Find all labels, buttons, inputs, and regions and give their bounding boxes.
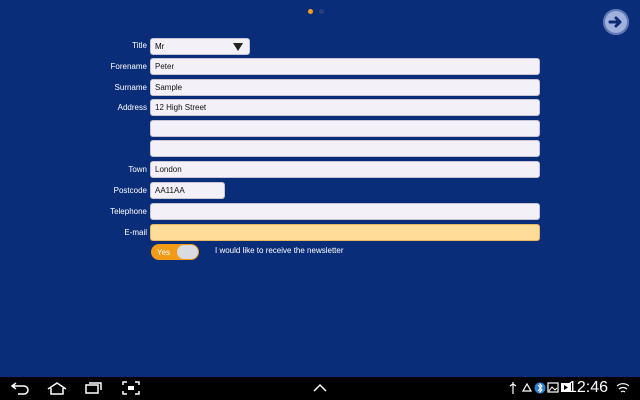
- recycle-icon: [521, 382, 533, 392]
- screenshot-icon[interactable]: [122, 381, 140, 395]
- toggle-knob: [177, 245, 198, 259]
- telephone-field[interactable]: [150, 203, 540, 220]
- recent-apps-icon[interactable]: [84, 381, 104, 395]
- next-page-button[interactable]: [603, 9, 629, 35]
- email-field[interactable]: [150, 224, 540, 241]
- page-indicator: [308, 9, 324, 14]
- address-line2-field[interactable]: [150, 120, 540, 137]
- newsletter-text: I would like to receive the newsletter: [215, 246, 344, 255]
- forename-label: Forename: [110, 62, 147, 71]
- dropdown-arrow-icon: [233, 43, 243, 51]
- arrow-right-circle-icon: [608, 16, 622, 28]
- system-navigation-bar: 12:46: [0, 377, 640, 400]
- newsletter-toggle[interactable]: Yes: [151, 244, 199, 260]
- telephone-label: Telephone: [110, 207, 147, 216]
- chevron-up-icon[interactable]: [311, 381, 329, 395]
- surname-field[interactable]: Sample: [150, 79, 540, 96]
- postcode-field[interactable]: AA11AA: [150, 182, 225, 199]
- page-dot: [319, 9, 324, 14]
- back-icon[interactable]: [10, 381, 30, 395]
- town-field[interactable]: London: [150, 161, 540, 178]
- email-label: E-mail: [124, 228, 147, 237]
- usb-icon: [509, 382, 517, 394]
- town-label: Town: [128, 165, 147, 174]
- toggle-yes-label: Yes: [157, 247, 171, 257]
- address-line3-field[interactable]: [150, 140, 540, 157]
- address-label: Address: [117, 103, 147, 112]
- title-label: Title: [132, 41, 147, 50]
- bluetooth-icon: [534, 382, 546, 394]
- wifi-icon: [616, 383, 630, 393]
- title-value: Mr: [155, 42, 165, 51]
- title-select[interactable]: Mr: [150, 38, 250, 55]
- address-line1-field[interactable]: 12 High Street: [150, 99, 540, 116]
- image-icon: [547, 382, 559, 393]
- postcode-label: Postcode: [113, 186, 147, 195]
- page-dot-active: [308, 9, 313, 14]
- clock-time: 12:46: [567, 379, 608, 396]
- home-icon[interactable]: [46, 381, 68, 395]
- forename-field[interactable]: Peter: [150, 58, 540, 75]
- surname-label: Surname: [114, 83, 147, 92]
